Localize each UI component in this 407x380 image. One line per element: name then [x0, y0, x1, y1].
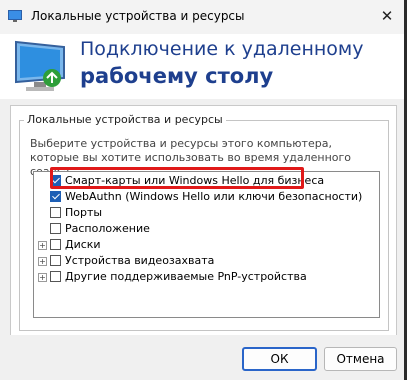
tree-item[interactable]: + Диски: [34, 237, 374, 253]
checkbox[interactable]: [50, 255, 61, 266]
expand-icon[interactable]: +: [38, 241, 47, 250]
banner-title-line2: рабочему столу: [80, 64, 274, 88]
banner-title-line1: Подключение к удаленному: [80, 38, 364, 60]
checkbox[interactable]: [50, 223, 61, 234]
tree-item-label: Расположение: [65, 222, 150, 235]
tree-item[interactable]: + Устройства видеозахвата: [34, 253, 374, 269]
expand-icon[interactable]: +: [38, 257, 47, 266]
tree-item[interactable]: + Другие поддерживаемые PnP-устройства: [34, 269, 374, 285]
tree-item-label: Диски: [65, 238, 101, 251]
header-banner: Подключение к удаленному рабочему столу: [0, 34, 407, 99]
tree-item-label: Другие поддерживаемые PnP-устройства: [65, 270, 307, 283]
tree-item[interactable]: Порты: [34, 205, 374, 221]
checkbox[interactable]: [50, 271, 61, 282]
tree-item[interactable]: WebAuthn (Windows Hello или ключи безопа…: [34, 189, 374, 205]
content-panel: Локальные устройства и ресурсы Выберите …: [10, 105, 397, 336]
expand-icon[interactable]: +: [38, 273, 47, 282]
tree-item-label: WebAuthn (Windows Hello или ключи безопа…: [65, 190, 363, 203]
tree-item-label: Устройства видеозахвата: [65, 254, 215, 267]
checkbox[interactable]: [50, 239, 61, 250]
device-tree[interactable]: Смарт-карты или Windows Hello для бизнес…: [33, 171, 380, 318]
remote-desktop-icon: [8, 10, 22, 22]
checkbox[interactable]: [50, 191, 61, 202]
remote-desktop-monitor-icon: [15, 40, 65, 91]
local-resources-group: Локальные устройства и ресурсы Выберите …: [19, 113, 389, 331]
title-bar: Локальные устройства и ресурсы ✕: [0, 0, 407, 34]
cancel-button[interactable]: Отмена: [324, 347, 397, 371]
ok-button[interactable]: ОК: [242, 347, 317, 371]
tree-item-label: Порты: [65, 206, 103, 219]
tree-item[interactable]: Расположение: [34, 221, 374, 237]
highlight-annotation: [50, 167, 304, 189]
window-title: Локальные устройства и ресурсы: [31, 9, 245, 23]
checkbox[interactable]: [50, 207, 61, 218]
button-bar: ОК Отмена: [0, 335, 407, 380]
group-title: Локальные устройства и ресурсы: [24, 113, 226, 126]
close-button[interactable]: ✕: [374, 3, 400, 29]
